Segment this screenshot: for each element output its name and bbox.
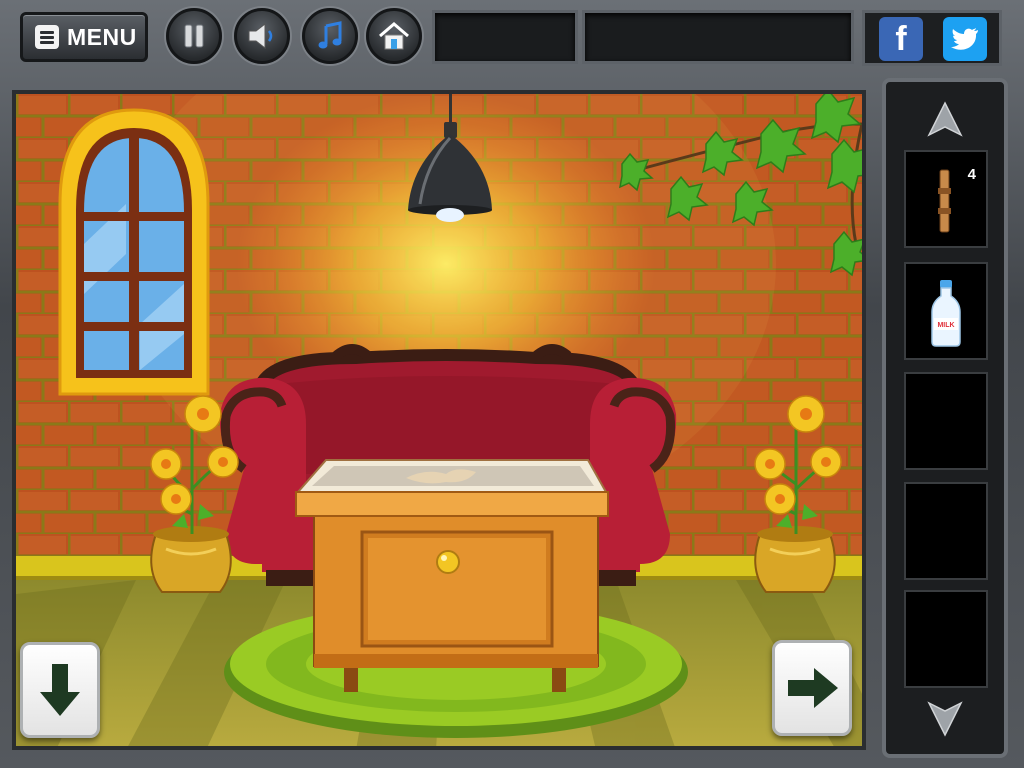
home-icon bbox=[379, 22, 409, 50]
facebook-button[interactable]: f bbox=[879, 17, 923, 61]
inventory-slot-4[interactable] bbox=[904, 482, 988, 580]
inventory-scroll-down-button[interactable] bbox=[900, 696, 990, 742]
pause-button[interactable] bbox=[166, 8, 222, 64]
arched-window bbox=[58, 108, 210, 396]
milk-bottle-icon: MILK bbox=[931, 280, 961, 347]
inventory-panel: 4 MILK bbox=[882, 78, 1008, 758]
inventory-slot-1[interactable]: 4 bbox=[904, 150, 988, 248]
top-bar: MENU f bbox=[0, 0, 1024, 80]
hamburger-icon bbox=[35, 25, 59, 49]
music-note-icon bbox=[318, 21, 342, 49]
arrow-up-icon bbox=[927, 101, 963, 137]
inventory-slot-2[interactable]: MILK bbox=[904, 262, 988, 360]
status-panel-left bbox=[432, 10, 578, 64]
speaker-icon bbox=[248, 22, 273, 50]
coffee-table-cabinet bbox=[295, 459, 609, 692]
game-screen: MENU f 4 MILK bbox=[0, 0, 1024, 768]
item-count: 4 bbox=[967, 166, 976, 183]
menu-button[interactable]: MENU bbox=[20, 12, 148, 62]
inventory-scroll-up-button[interactable] bbox=[900, 96, 990, 142]
twitter-button[interactable] bbox=[943, 17, 987, 61]
move-right-button[interactable] bbox=[772, 640, 852, 736]
arrow-down-icon bbox=[40, 664, 80, 716]
sound-button[interactable] bbox=[234, 8, 290, 64]
inventory-slot-5[interactable] bbox=[904, 590, 988, 688]
pause-icon bbox=[184, 24, 204, 48]
inventory-slot-3[interactable] bbox=[904, 372, 988, 470]
facebook-icon: f bbox=[895, 19, 907, 58]
status-panel-right bbox=[582, 10, 854, 64]
room-illustration bbox=[16, 94, 862, 746]
milk-label: MILK bbox=[937, 322, 954, 329]
twitter-icon bbox=[951, 28, 978, 50]
arrow-down-small-icon bbox=[927, 701, 963, 737]
home-button[interactable] bbox=[366, 8, 422, 64]
room-scene bbox=[12, 90, 866, 750]
menu-label: MENU bbox=[67, 23, 137, 50]
arrow-right-icon bbox=[788, 668, 838, 708]
social-bar: f bbox=[862, 10, 1002, 66]
music-button[interactable] bbox=[302, 8, 358, 64]
move-down-button[interactable] bbox=[20, 642, 100, 738]
